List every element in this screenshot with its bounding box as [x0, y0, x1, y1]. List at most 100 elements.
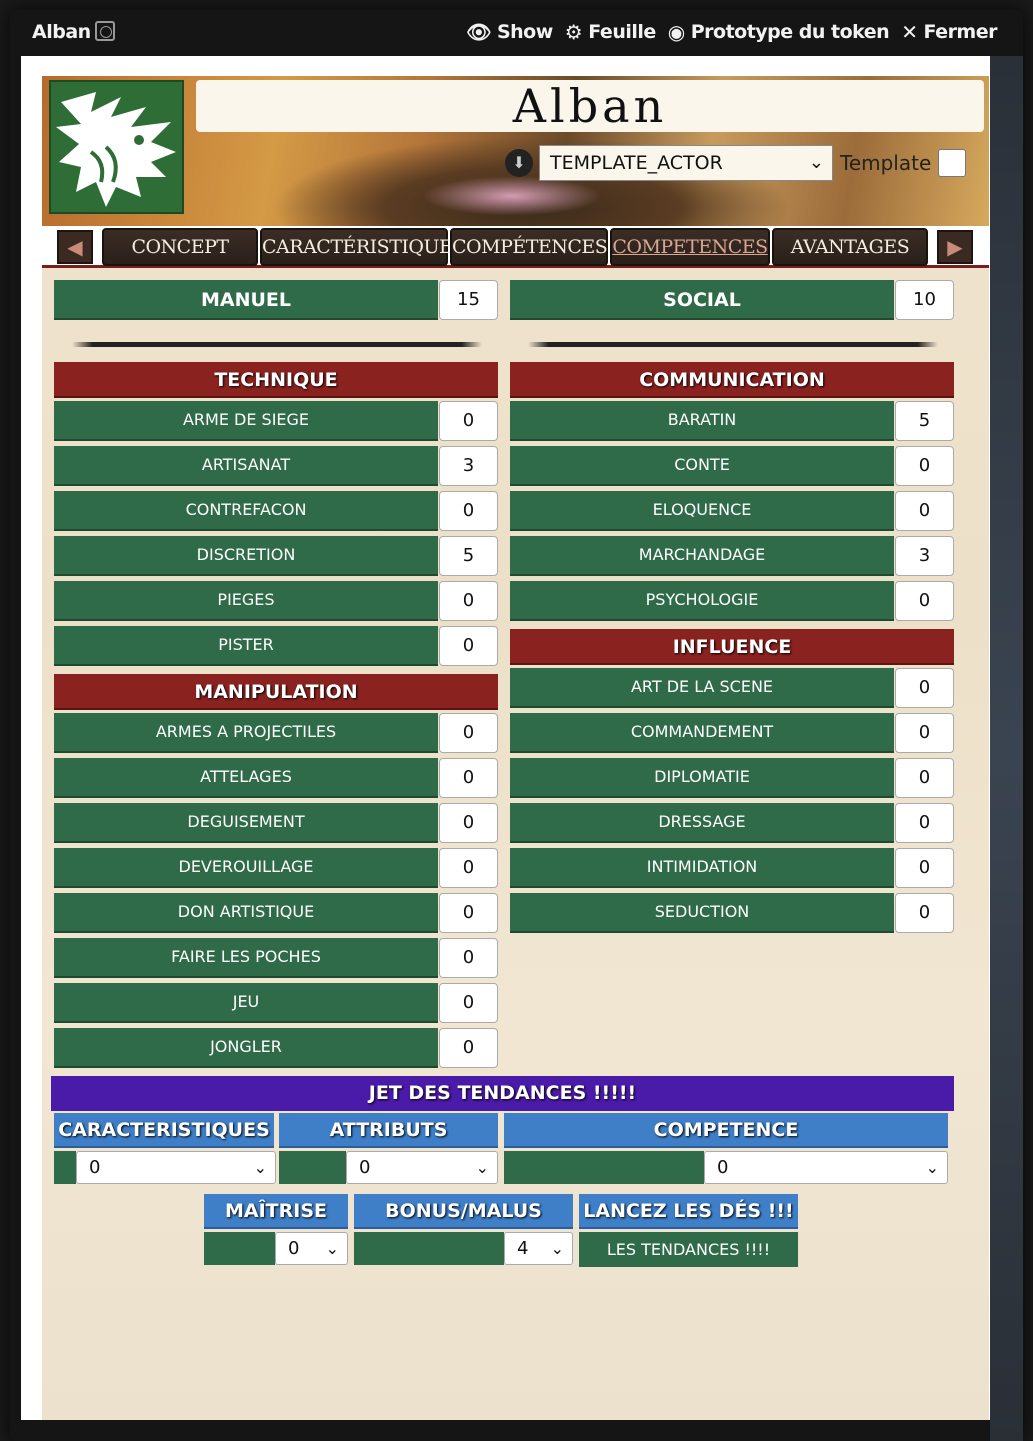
skill-value[interactable]: 0 — [439, 491, 498, 531]
caracteristiques-select-value: 0 — [89, 1157, 101, 1178]
skill-armes-a-projectiles[interactable]: ARMES A PROJECTILES — [54, 713, 438, 753]
skill-value[interactable]: 3 — [439, 446, 498, 486]
skill-value[interactable]: 0 — [439, 758, 498, 798]
template-select-value: TEMPLATE_ACTOR — [550, 152, 723, 174]
caracteristiques-bar — [54, 1151, 76, 1184]
skill-artisanat[interactable]: ARTISANAT — [54, 446, 438, 486]
close-button[interactable]: ✕ Fermer — [901, 21, 997, 43]
stat-social-value[interactable]: 10 — [895, 280, 954, 320]
skill-diplomatie[interactable]: DIPLOMATIE — [510, 758, 894, 798]
attributs-select-value: 0 — [359, 1157, 371, 1178]
skill-value[interactable]: 0 — [895, 893, 954, 933]
maitrise-select-value: 0 — [288, 1238, 300, 1259]
tab-caracteristique[interactable]: CARACTÉRISTIQUE — [260, 228, 453, 266]
tab-concept[interactable]: CONCEPT — [102, 228, 258, 266]
skill-don-artistique[interactable]: DON ARTISTIQUE — [54, 893, 438, 933]
skill-value[interactable]: 0 — [439, 626, 498, 666]
template-select[interactable]: TEMPLATE_ACTOR ⌄ — [539, 145, 833, 181]
dragon-logo[interactable] — [49, 80, 184, 214]
show-label: Show — [496, 21, 553, 43]
category-communication: COMMUNICATION — [510, 362, 954, 398]
skill-value[interactable]: 0 — [439, 401, 498, 441]
skill-value[interactable]: 0 — [895, 668, 954, 708]
skill-contrefacon[interactable]: CONTREFACON — [54, 491, 438, 531]
skill-marchandage[interactable]: MARCHANDAGE — [510, 536, 894, 576]
bonus-malus-select-value: 4 — [517, 1238, 529, 1259]
skill-commandement[interactable]: COMMANDEMENT — [510, 713, 894, 753]
skill-eloquence[interactable]: ELOQUENCE — [510, 491, 894, 531]
tab-competences-accent[interactable]: COMPÉTENCES — [450, 228, 608, 266]
token-prototype-button[interactable]: ◉ Prototype du token — [667, 20, 890, 44]
skill-value[interactable]: 0 — [439, 581, 498, 621]
competence-select[interactable]: 0 ⌄ — [704, 1151, 948, 1184]
skill-pister[interactable]: PISTER — [54, 626, 438, 666]
gear-icon: ⚙ — [564, 20, 583, 44]
skill-discretion[interactable]: DISCRETION — [54, 536, 438, 576]
skill-arme-de-siege[interactable]: ARME DE SIEGE — [54, 401, 438, 441]
skill-value[interactable]: 0 — [895, 713, 954, 753]
roll-section-title: JET DES TENDANCES !!!!! — [51, 1076, 954, 1111]
show-button[interactable]: 👁 Show — [466, 21, 553, 43]
skill-conte[interactable]: CONTE — [510, 446, 894, 486]
chevron-down-icon: ⌄ — [253, 1158, 267, 1177]
tab-scroll-right-button[interactable]: ▶ — [937, 230, 973, 264]
maitrise-bar — [204, 1232, 275, 1265]
competence-select-value: 0 — [717, 1157, 729, 1178]
skill-value[interactable]: 0 — [895, 803, 954, 843]
skill-value[interactable]: 0 — [439, 803, 498, 843]
template-label: Template — [840, 151, 932, 175]
triangle-left-icon: ◀ — [67, 235, 83, 259]
bonus-malus-select[interactable]: 4 ⌄ — [504, 1232, 573, 1265]
close-label: Fermer — [923, 21, 997, 43]
skill-value[interactable]: 0 — [439, 848, 498, 888]
skill-baratin[interactable]: BARATIN — [510, 401, 894, 441]
download-icon[interactable]: ⬇ — [505, 149, 533, 177]
skill-value[interactable]: 0 — [895, 491, 954, 531]
bonus-malus-header: BONUS/MALUS — [354, 1194, 573, 1229]
background-edge — [990, 56, 1023, 1441]
attributs-bar — [279, 1151, 346, 1184]
skill-deverouillage[interactable]: DEVEROUILLAGE — [54, 848, 438, 888]
dragon-head-icon — [56, 92, 176, 207]
skill-value[interactable]: 0 — [439, 1028, 498, 1068]
skill-value[interactable]: 0 — [439, 713, 498, 753]
skill-value[interactable]: 0 — [895, 848, 954, 888]
skill-dressage[interactable]: DRESSAGE — [510, 803, 894, 843]
skill-intimidation[interactable]: INTIMIDATION — [510, 848, 894, 888]
skill-deguisement[interactable]: DEGUISEMENT — [54, 803, 438, 843]
globe-icon — [94, 21, 115, 41]
skill-value[interactable]: 3 — [895, 536, 954, 576]
tab-bar: ◀ CONCEPT CARACTÉRISTIQUE COMPÉTENCES CO… — [42, 226, 989, 268]
maitrise-select[interactable]: 0 ⌄ — [275, 1232, 348, 1265]
skill-jongler[interactable]: JONGLER — [54, 1028, 438, 1068]
template-checkbox[interactable] — [938, 149, 966, 177]
skill-pieges[interactable]: PIEGES — [54, 581, 438, 621]
character-name[interactable]: Alban — [196, 80, 984, 132]
skill-value[interactable]: 5 — [439, 536, 498, 576]
skill-value[interactable]: 0 — [895, 581, 954, 621]
skill-value[interactable]: 0 — [439, 938, 498, 978]
skill-value[interactable]: 5 — [895, 401, 954, 441]
caracteristiques-select[interactable]: 0 ⌄ — [76, 1151, 276, 1184]
tab-avantages[interactable]: AVANTAGES — [772, 228, 928, 266]
skill-seduction[interactable]: SEDUCTION — [510, 893, 894, 933]
skill-attelages[interactable]: ATTELAGES — [54, 758, 438, 798]
sheet-button[interactable]: ⚙ Feuille — [565, 21, 656, 43]
roll-tendances-button[interactable]: LES TENDANCES !!!! — [579, 1232, 798, 1267]
skill-faire-les-poches[interactable]: FAIRE LES POCHES — [54, 938, 438, 978]
skill-value[interactable]: 0 — [895, 758, 954, 798]
skill-jeu[interactable]: JEU — [54, 983, 438, 1023]
skill-psychologie[interactable]: PSYCHOLOGIE — [510, 581, 894, 621]
window-titlebar[interactable]: Alban 👁 Show ⚙ Feuille ◉ Prototype du token… — [10, 10, 1023, 56]
attributs-select[interactable]: 0 ⌄ — [346, 1151, 498, 1184]
skill-art-de-la-scene[interactable]: ART DE LA SCENE — [510, 668, 894, 708]
skill-value[interactable]: 0 — [895, 446, 954, 486]
skill-value[interactable]: 0 — [439, 983, 498, 1023]
stat-manuel-value[interactable]: 15 — [439, 280, 498, 320]
tab-competences[interactable]: COMPETENCES — [610, 228, 770, 266]
chevron-down-icon: ⌄ — [808, 152, 824, 173]
tab-scroll-left-button[interactable]: ◀ — [57, 230, 93, 264]
user-circle-icon: ◉ — [667, 20, 685, 44]
skill-value[interactable]: 0 — [439, 893, 498, 933]
window-title: Alban — [32, 21, 115, 43]
